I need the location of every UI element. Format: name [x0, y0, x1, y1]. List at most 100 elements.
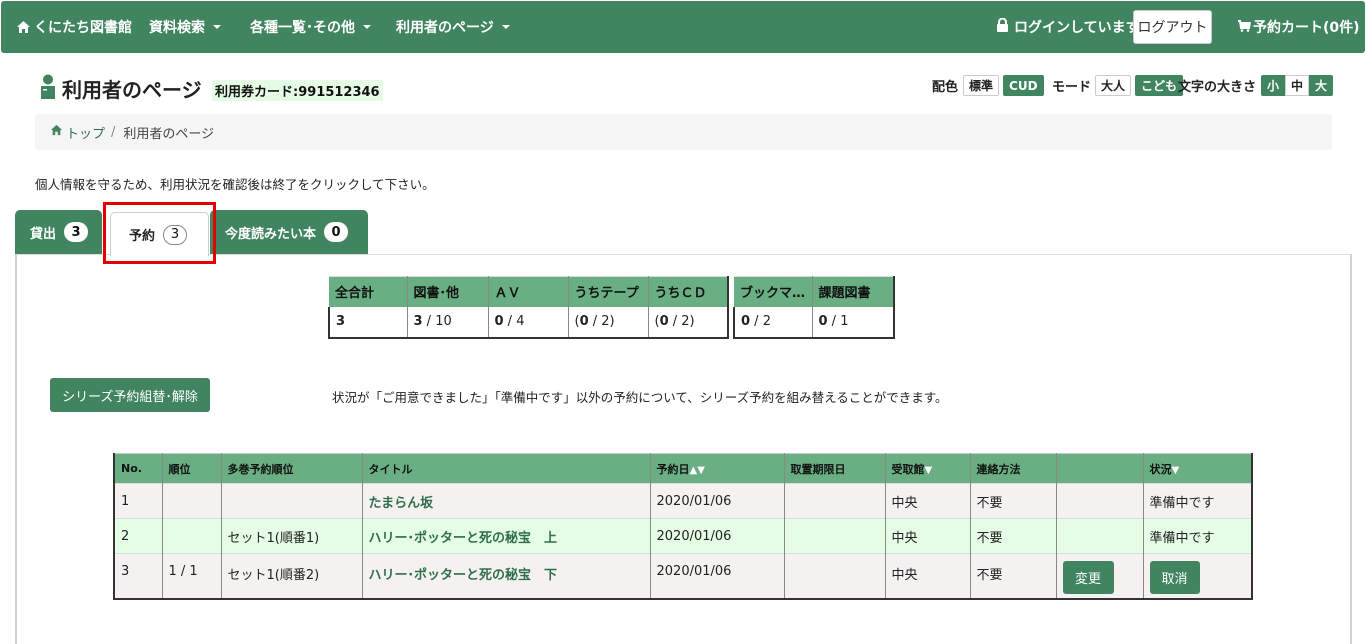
- tab-want-to-read-count: 0: [324, 222, 349, 242]
- cell-branch: 中央: [885, 518, 971, 554]
- page-heading: 利用者のページ: [62, 78, 202, 102]
- cart-label: 予約カート(0件): [1253, 20, 1360, 36]
- summary-header: ブックマ…: [734, 276, 813, 307]
- summary-cell: (0 / 2): [648, 306, 729, 339]
- summary-header: 図書･他: [407, 276, 489, 307]
- page-title: 利用者のページ: [40, 74, 202, 103]
- menu-user-page[interactable]: 利用者のページ: [396, 1, 510, 53]
- cell-no: 2: [114, 518, 163, 554]
- cell-date: 2020/01/06: [650, 553, 785, 599]
- brand-label: くにたち図書館: [34, 20, 132, 36]
- breadcrumb-separator: /: [111, 124, 116, 140]
- tab-reservations[interactable]: 予約 3: [110, 212, 209, 256]
- privacy-notice: 個人情報を守るため、利用状況を確認後は終了をクリックして下さい。: [35, 177, 435, 192]
- series-reorganize-button[interactable]: シリーズ予約組替･解除: [50, 378, 210, 412]
- bookmark-summary-table: ブックマ… 課題図書 0 / 2 0 / 1: [733, 276, 895, 339]
- cell-action: 変更: [1056, 553, 1144, 599]
- color-standard-button[interactable]: 標準: [963, 75, 1000, 96]
- tab-want-to-read[interactable]: 今度読みたい本 0: [210, 210, 368, 254]
- title-link[interactable]: ハリー･ポッターと死の秘宝 下: [369, 568, 558, 583]
- home-icon: [50, 124, 63, 140]
- table-row: 2 セット1(順番1) ハリー･ポッターと死の秘宝 上 2020/01/06 中…: [114, 518, 1253, 554]
- color-cud-button[interactable]: CUD: [1003, 75, 1044, 96]
- library-card-number: 利用券カード:991512346: [212, 80, 383, 101]
- cell-multi: [221, 483, 363, 519]
- cell-rank: [162, 483, 222, 519]
- reservations-table: No. 順位 多巻予約順位 タイトル 予約日▲▼ 取置期限日 受取館▼ 連絡方法…: [113, 453, 1253, 600]
- menu-lists-label: 各種一覧･その他: [250, 20, 355, 36]
- cancel-button[interactable]: 取消: [1149, 561, 1200, 594]
- sort-branch-icon[interactable]: ▼: [925, 465, 933, 476]
- font-size-medium-button[interactable]: 中: [1285, 75, 1310, 96]
- cell-status: 準備中です: [1143, 518, 1253, 554]
- col-action: [1056, 453, 1144, 484]
- cell-hold: [784, 483, 886, 519]
- sort-date-icon[interactable]: ▲▼: [690, 465, 705, 476]
- menu-user-page-label: 利用者のページ: [396, 20, 494, 36]
- chevron-down-icon: [501, 25, 510, 29]
- summary-header: 全合計: [329, 276, 408, 307]
- color-scheme-group: 配色 標準 CUD: [932, 75, 1044, 96]
- col-multi-volume: 多巻予約順位: [221, 453, 363, 484]
- top-navbar: くにたち図書館 資料検索 各種一覧･その他 利用者のページ ログインしています …: [1, 1, 1365, 53]
- tab-want-to-read-label: 今度読みたい本: [225, 226, 317, 242]
- menu-lists[interactable]: 各種一覧･その他: [250, 1, 371, 53]
- cart-icon: [1238, 19, 1251, 36]
- summary-header-row: 全合計 図書･他 ＡＶ うちテープ うちＣＤ: [329, 276, 729, 307]
- cell-branch: 中央: [885, 553, 971, 599]
- col-hold-until: 取置期限日: [784, 453, 886, 484]
- mode-adult-button[interactable]: 大人: [1095, 75, 1132, 96]
- mode-label: モード: [1052, 80, 1092, 95]
- col-rank: 順位: [162, 453, 222, 484]
- home-icon: [16, 20, 31, 34]
- summary-value-row: 3 3 / 10 0 / 4 (0 / 2) (0 / 2): [328, 306, 729, 339]
- mode-kids-button[interactable]: こども: [1135, 75, 1184, 96]
- table-row: 1 たまらん坂 2020/01/06 中央 不要 準備中です: [114, 483, 1253, 519]
- col-contact: 連絡方法: [970, 453, 1057, 484]
- cell-hold: [784, 518, 886, 554]
- cell-multi: セット1(順番1): [221, 518, 363, 554]
- col-title: タイトル: [362, 453, 651, 484]
- logout-button[interactable]: ログアウト: [1133, 10, 1212, 44]
- cell-multi: セット1(順番2): [221, 553, 363, 599]
- font-size-small-button[interactable]: 小: [1261, 75, 1286, 96]
- col-reserve-date: 予約日▲▼: [650, 453, 785, 484]
- sort-status-icon[interactable]: ▼: [1172, 465, 1180, 476]
- cell-title: ハリー･ポッターと死の秘宝 下: [362, 553, 651, 599]
- cell-action: [1056, 518, 1144, 554]
- reservation-cart-link[interactable]: 予約カート(0件): [1238, 1, 1360, 53]
- col-no: No.: [114, 453, 163, 484]
- breadcrumb: トップ / 利用者のページ: [35, 114, 1332, 150]
- user-icon: [40, 74, 56, 103]
- breadcrumb-home-link[interactable]: トップ: [50, 123, 105, 142]
- title-link[interactable]: たまらん坂: [369, 496, 434, 511]
- login-status: ログインしています: [996, 1, 1140, 53]
- cell-rank: 1 / 1: [162, 553, 222, 599]
- title-link[interactable]: ハリー･ポッターと死の秘宝 上: [369, 531, 558, 546]
- cell-status: 準備中です: [1143, 483, 1253, 519]
- cell-action: [1056, 483, 1144, 519]
- brand-home-link[interactable]: くにたち図書館: [16, 1, 132, 53]
- col-status: 状況▼: [1143, 453, 1253, 484]
- cell-title: たまらん坂: [362, 483, 651, 519]
- col-branch: 受取館▼: [885, 453, 971, 484]
- summary-value-row: 0 / 2 0 / 1: [733, 306, 895, 339]
- login-status-label: ログインしています: [1014, 20, 1140, 36]
- breadcrumb-home-label: トップ: [66, 126, 106, 142]
- cell-title: ハリー･ポッターと死の秘宝 上: [362, 518, 651, 554]
- tab-loans-label: 貸出: [30, 226, 57, 242]
- tab-loans[interactable]: 貸出 3: [15, 210, 102, 254]
- tab-loans-count: 3: [64, 222, 89, 242]
- cell-contact: 不要: [970, 553, 1057, 599]
- summary-header: 課題図書: [812, 276, 895, 307]
- mode-group: モード 大人 こども: [1052, 75, 1184, 96]
- series-note: 状況が「ご用意できました」「準備中です」以外の予約について、シリーズ予約を組み替…: [332, 390, 948, 405]
- summary-cell: (0 / 2): [568, 306, 649, 339]
- change-button[interactable]: 変更: [1062, 561, 1114, 594]
- cell-branch: 中央: [885, 483, 971, 519]
- cell-contact: 不要: [970, 483, 1057, 519]
- menu-search-label: 資料検索: [149, 20, 205, 36]
- font-size-large-button[interactable]: 大: [1309, 75, 1334, 96]
- menu-search[interactable]: 資料検索: [149, 1, 221, 53]
- tab-reservations-label: 予約: [129, 229, 156, 244]
